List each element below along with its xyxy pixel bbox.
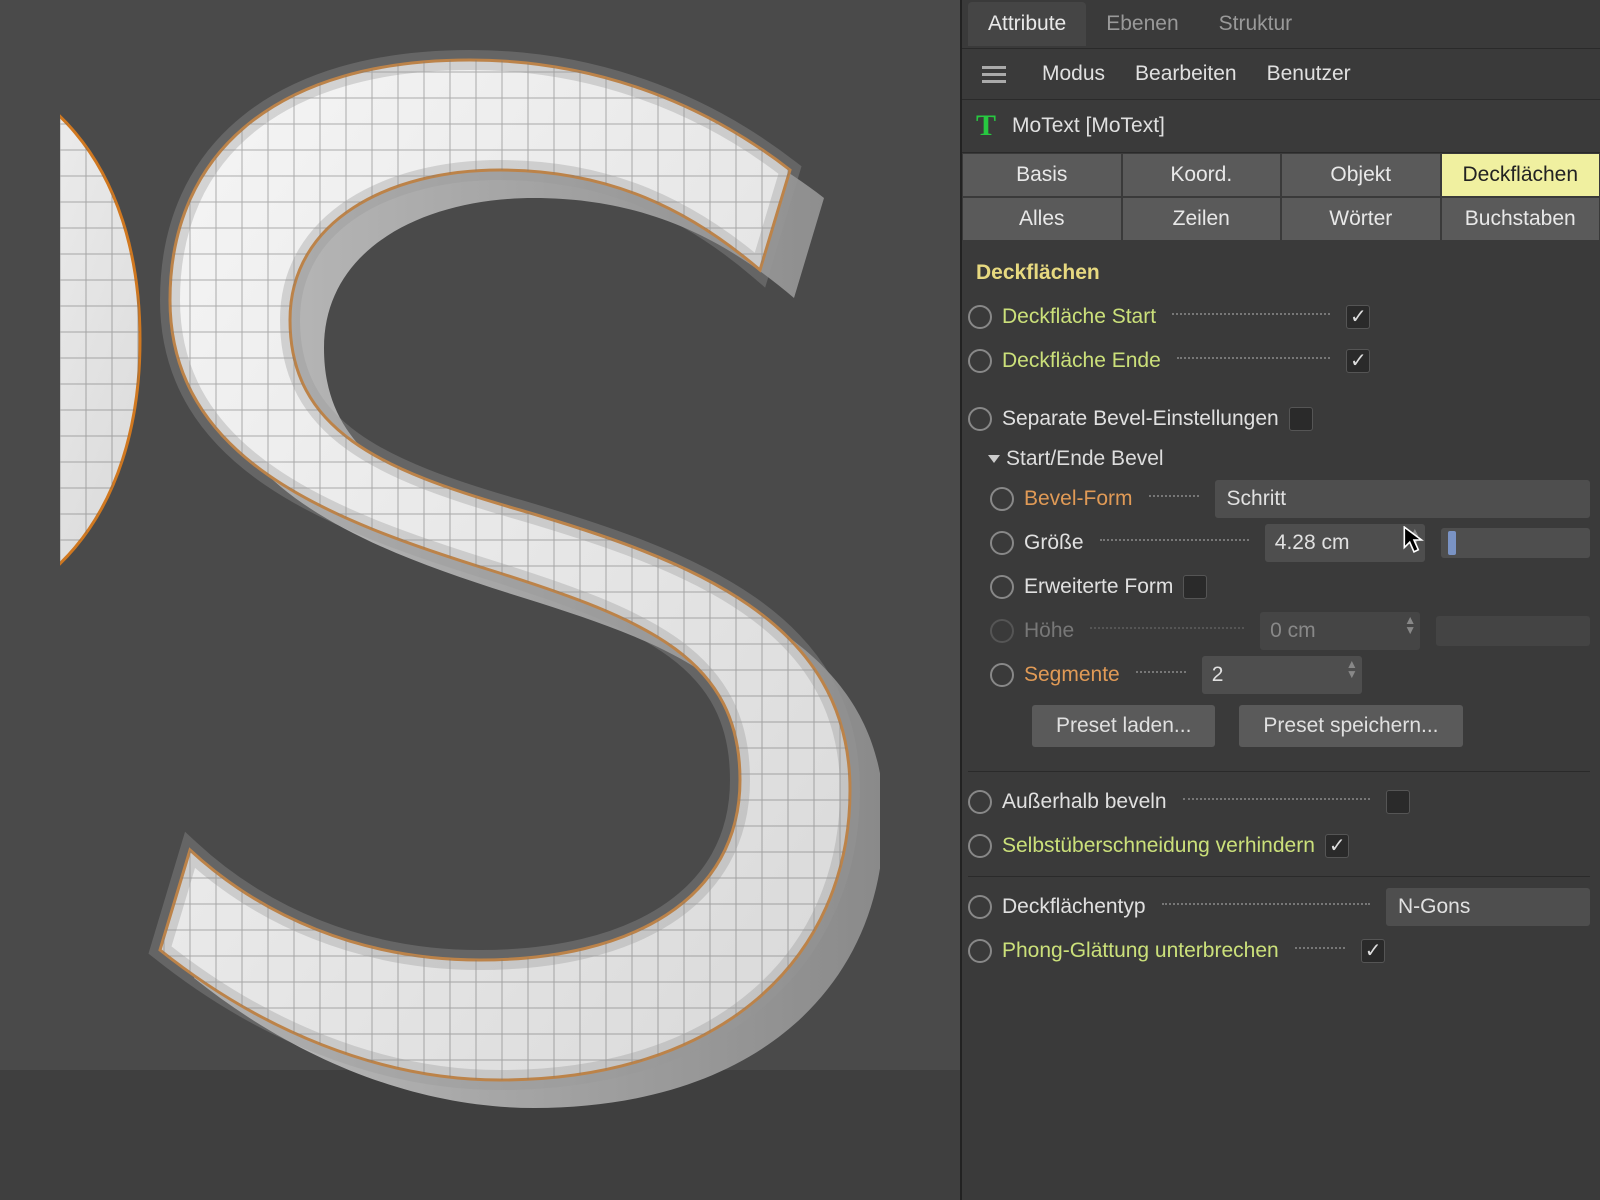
spinner-icon[interactable]: ▲▼ bbox=[1409, 527, 1421, 547]
label-deckflaeche-ende: Deckfläche Ende bbox=[1002, 349, 1161, 373]
param-radio[interactable] bbox=[990, 575, 1014, 599]
panel-toolbar: Modus Bearbeiten Benutzer bbox=[962, 49, 1600, 100]
separator bbox=[968, 771, 1590, 772]
label-bevel-form: Bevel-Form bbox=[1024, 487, 1133, 511]
property-tabs: Basis Koord. Objekt Deckflächen Alles Ze… bbox=[962, 153, 1600, 241]
param-radio[interactable] bbox=[968, 834, 992, 858]
proptab-deckflaechen[interactable]: Deckflächen bbox=[1441, 153, 1600, 197]
tab-ebenen[interactable]: Ebenen bbox=[1086, 2, 1198, 46]
checkbox-deckflaeche-start[interactable] bbox=[1346, 305, 1370, 329]
viewport-3d[interactable] bbox=[0, 0, 960, 1200]
param-radio[interactable] bbox=[990, 487, 1014, 511]
input-groesse[interactable]: 4.28 cm▲▼ bbox=[1265, 524, 1425, 562]
object-name: MoText [MoText] bbox=[1012, 114, 1165, 138]
slider-hoehe bbox=[1436, 616, 1590, 646]
label-hoehe: Höhe bbox=[1024, 619, 1074, 643]
label-erweiterte-form: Erweiterte Form bbox=[1024, 575, 1173, 599]
dots bbox=[1295, 947, 1345, 949]
checkbox-ausserhalb-beveln[interactable] bbox=[1386, 790, 1410, 814]
attribute-panel: Attribute Ebenen Struktur Modus Bearbeit… bbox=[960, 0, 1600, 1200]
proptab-alles[interactable]: Alles bbox=[962, 197, 1122, 241]
proptab-buchstaben[interactable]: Buchstaben bbox=[1441, 197, 1600, 241]
dots bbox=[1149, 495, 1199, 497]
param-radio[interactable] bbox=[968, 790, 992, 814]
proptab-woerter[interactable]: Wörter bbox=[1281, 197, 1441, 241]
checkbox-erweiterte-form[interactable] bbox=[1183, 575, 1207, 599]
dots bbox=[1100, 539, 1249, 541]
label-selbstueberschneidung: Selbstüberschneidung verhindern bbox=[1002, 834, 1315, 858]
dots bbox=[1177, 357, 1330, 359]
label-deckflaechentyp: Deckflächentyp bbox=[1002, 895, 1146, 919]
checkbox-separate-bevel[interactable] bbox=[1289, 407, 1313, 431]
proptab-basis[interactable]: Basis bbox=[962, 153, 1122, 197]
toolbar-bearbeiten[interactable]: Bearbeiten bbox=[1135, 62, 1237, 86]
menu-icon[interactable] bbox=[976, 60, 1012, 89]
tab-attribute[interactable]: Attribute bbox=[968, 2, 1086, 46]
slider-groesse[interactable] bbox=[1441, 528, 1590, 558]
dots bbox=[1172, 313, 1330, 315]
spinner-icon[interactable]: ▲▼ bbox=[1346, 659, 1358, 679]
label-separate-bevel: Separate Bevel-Einstellungen bbox=[1002, 407, 1279, 431]
motext-icon: T bbox=[976, 109, 996, 143]
dots bbox=[1136, 671, 1186, 673]
panel-tabs: Attribute Ebenen Struktur bbox=[962, 0, 1600, 49]
param-radio[interactable] bbox=[968, 305, 992, 329]
param-radio[interactable] bbox=[968, 407, 992, 431]
param-radio[interactable] bbox=[990, 663, 1014, 687]
proptab-objekt[interactable]: Objekt bbox=[1281, 153, 1441, 197]
param-radio[interactable] bbox=[968, 895, 992, 919]
label-phong-glaettung: Phong-Glättung unterbrechen bbox=[1002, 939, 1279, 963]
param-radio-disabled bbox=[990, 619, 1014, 643]
object-header: T MoText [MoText] bbox=[962, 100, 1600, 153]
input-hoehe: 0 cm▲▼ bbox=[1260, 612, 1420, 650]
toolbar-modus[interactable]: Modus bbox=[1042, 62, 1105, 86]
param-radio[interactable] bbox=[968, 349, 992, 373]
dots bbox=[1162, 903, 1370, 905]
label-groesse: Größe bbox=[1024, 531, 1084, 555]
proptab-zeilen[interactable]: Zeilen bbox=[1122, 197, 1282, 241]
disclosure-triangle-icon[interactable] bbox=[988, 455, 1000, 463]
section-title: Deckflächen bbox=[968, 247, 1590, 295]
checkbox-deckflaeche-ende[interactable] bbox=[1346, 349, 1370, 373]
tab-struktur[interactable]: Struktur bbox=[1199, 2, 1313, 46]
label-segmente: Segmente bbox=[1024, 663, 1120, 687]
slider-knob[interactable] bbox=[1448, 531, 1456, 555]
input-segmente[interactable]: 2▲▼ bbox=[1202, 656, 1362, 694]
dropdown-deckflaechentyp[interactable]: N-Gons bbox=[1386, 888, 1590, 926]
param-radio[interactable] bbox=[968, 939, 992, 963]
label-deckflaeche-start: Deckfläche Start bbox=[1002, 305, 1156, 329]
dots bbox=[1090, 627, 1244, 629]
dropdown-bevel-form[interactable]: Schritt bbox=[1215, 480, 1590, 518]
checkbox-phong-glaettung[interactable] bbox=[1361, 939, 1385, 963]
spinner-icon: ▲▼ bbox=[1404, 615, 1416, 635]
group-title: Start/Ende Bevel bbox=[1006, 447, 1164, 471]
group-start-ende-bevel[interactable]: Start/Ende Bevel bbox=[968, 441, 1590, 477]
dots bbox=[1183, 798, 1370, 800]
button-preset-speichern[interactable]: Preset speichern... bbox=[1239, 705, 1462, 747]
separator bbox=[968, 876, 1590, 877]
label-ausserhalb-beveln: Außerhalb beveln bbox=[1002, 790, 1167, 814]
button-preset-laden[interactable]: Preset laden... bbox=[1032, 705, 1215, 747]
checkbox-selbstueberschneidung[interactable] bbox=[1325, 834, 1349, 858]
proptab-koord[interactable]: Koord. bbox=[1122, 153, 1282, 197]
param-radio[interactable] bbox=[990, 531, 1014, 555]
toolbar-benutzer[interactable]: Benutzer bbox=[1267, 62, 1351, 86]
viewport-mesh-letter[interactable] bbox=[60, 20, 880, 1160]
